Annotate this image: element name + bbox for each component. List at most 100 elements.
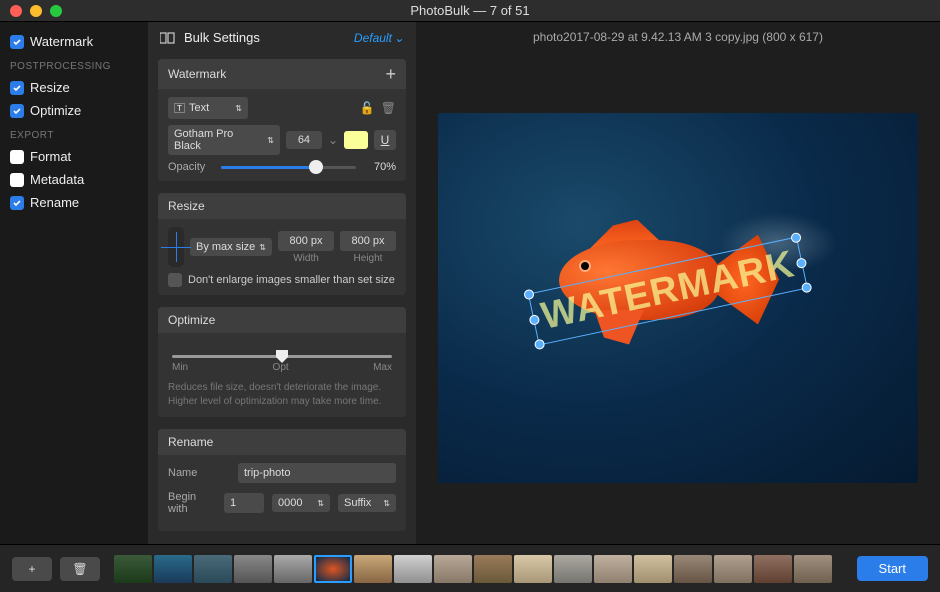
caret-icon: ⇅ [235,104,242,113]
rename-begin-label: Begin with [168,491,216,515]
opacity-label: Opacity [168,161,213,173]
sidebar-label: Optimize [30,103,81,118]
watermark-panel: Watermark + 🅃 Text ⇅ 🔓 🗑 Gotham Pro [158,59,406,181]
opacity-value: 70% [364,161,396,173]
preview-image[interactable]: WATERMARK [438,113,918,483]
thumbnail[interactable] [714,555,752,583]
caret-icon: ⇅ [383,499,390,508]
font-size-input[interactable] [286,131,322,149]
caret-icon: ⇅ [267,136,274,145]
settings-header: Bulk Settings Default⌄ [148,22,416,53]
sidebar-item-rename[interactable]: Rename [0,191,148,214]
chevron-down-icon: ⌄ [394,31,404,45]
checkbox-off-icon[interactable] [10,173,24,187]
sidebar-item-resize[interactable]: Resize [0,76,148,99]
thumbnail-strip [108,545,849,592]
settings-column: Bulk Settings Default⌄ Watermark + 🅃 Tex… [148,22,416,544]
sidebar-section-postprocessing: POSTPROCESSING [0,53,148,76]
sidebar-section-export: EXPORT [0,122,148,145]
thumbnail[interactable] [274,555,312,583]
thumbnail-active[interactable] [314,555,352,583]
rename-begin-input[interactable] [224,493,264,513]
slider-thumb[interactable] [309,160,323,174]
sidebar-item-format[interactable]: Format [0,145,148,168]
rename-digits-select[interactable]: 0000⇅ [272,494,330,512]
thumbnail[interactable] [114,555,152,583]
thumbnail[interactable] [674,555,712,583]
sidebar-label: Resize [30,80,70,95]
sidebar: Watermark POSTPROCESSING Resize Optimize… [0,22,148,544]
resize-panel: Resize By max size ⇅ Width [158,193,406,295]
dimensions-icon [168,227,184,267]
sidebar-label: Rename [30,195,79,210]
thumbnail[interactable] [554,555,592,583]
thumbnail[interactable] [354,555,392,583]
thumbnail[interactable] [434,555,472,583]
rename-position-select[interactable]: Suffix⇅ [338,494,396,512]
optimize-description: Reduces file size, doesn't deteriorate t… [168,381,396,409]
preview-canvas: WATERMARK [416,52,940,544]
width-label: Width [293,253,319,264]
slider-thumb[interactable] [274,348,290,364]
sidebar-label: Format [30,149,71,164]
checkbox-on-icon[interactable] [10,35,24,49]
checkbox-on-icon[interactable] [10,196,24,210]
height-label: Height [354,253,383,264]
underline-button[interactable]: U [374,130,396,150]
checkbox-label: Don't enlarge images smaller than set si… [188,274,395,286]
optimize-slider[interactable] [172,355,392,358]
start-button[interactable]: Start [857,556,928,581]
thumbnail[interactable] [594,555,632,583]
optimize-panel: Optimize Min Opt Max Reduces file size, … [158,307,406,417]
text-icon: 🅃 [174,100,185,116]
trash-icon[interactable]: 🗑 [381,101,396,115]
checkbox-on-icon[interactable] [10,81,24,95]
checkbox-on-icon[interactable] [10,104,24,118]
thumbnail[interactable] [754,555,792,583]
thumbnail[interactable] [794,555,832,583]
settings-title: Bulk Settings [184,30,346,45]
add-watermark-button[interactable]: + [385,65,396,83]
add-images-button[interactable]: + [12,557,52,581]
checkbox-off-icon[interactable] [168,273,182,287]
titlebar: PhotoBulk — 7 of 51 [0,0,940,22]
thumbnail[interactable] [634,555,672,583]
thumbnail[interactable] [234,555,272,583]
sidebar-label: Metadata [30,172,84,187]
resize-handle[interactable] [529,313,541,325]
window-title: PhotoBulk — 7 of 51 [0,3,940,18]
panel-title: Watermark [168,67,226,81]
caret-icon: ⇅ [317,499,324,508]
thumbnail[interactable] [194,555,232,583]
resize-mode-select[interactable]: By max size ⇅ [190,238,272,256]
delete-images-button[interactable]: 🗑 [60,557,100,581]
resize-handle[interactable] [523,288,535,300]
preset-dropdown[interactable]: Default⌄ [354,31,404,45]
sidebar-item-metadata[interactable]: Metadata [0,168,148,191]
caret-icon: ⇅ [259,243,266,252]
rename-name-label: Name [168,467,230,479]
watermark-type-select[interactable]: 🅃 Text ⇅ [168,97,248,119]
watermark-panel-header: Watermark + [158,59,406,89]
opacity-slider[interactable] [221,166,356,169]
thumbnail[interactable] [474,555,512,583]
chevron-down-icon[interactable]: ⌄ [328,133,338,147]
sidebar-label: Watermark [30,34,93,49]
thumbnail[interactable] [514,555,552,583]
checkbox-off-icon[interactable] [10,150,24,164]
preview-filename: photo2017-08-29 at 9.42.13 AM 3 copy.jpg… [416,22,940,52]
thumbnail[interactable] [154,555,192,583]
thumbnail[interactable] [394,555,432,583]
sidebar-item-optimize[interactable]: Optimize [0,99,148,122]
unlock-icon[interactable]: 🔓 [360,101,375,115]
resize-handle[interactable] [801,281,813,293]
height-input[interactable] [340,231,396,251]
dont-enlarge-checkbox-row[interactable]: Don't enlarge images smaller than set si… [168,273,396,287]
rename-name-input[interactable] [238,463,396,483]
slider-min-label: Min [172,362,188,373]
color-swatch[interactable] [344,131,368,149]
width-input[interactable] [278,231,334,251]
font-select[interactable]: Gotham Pro Black ⇅ [168,125,280,155]
panel-title: Resize [168,199,205,213]
sidebar-item-watermark[interactable]: Watermark [0,30,148,53]
